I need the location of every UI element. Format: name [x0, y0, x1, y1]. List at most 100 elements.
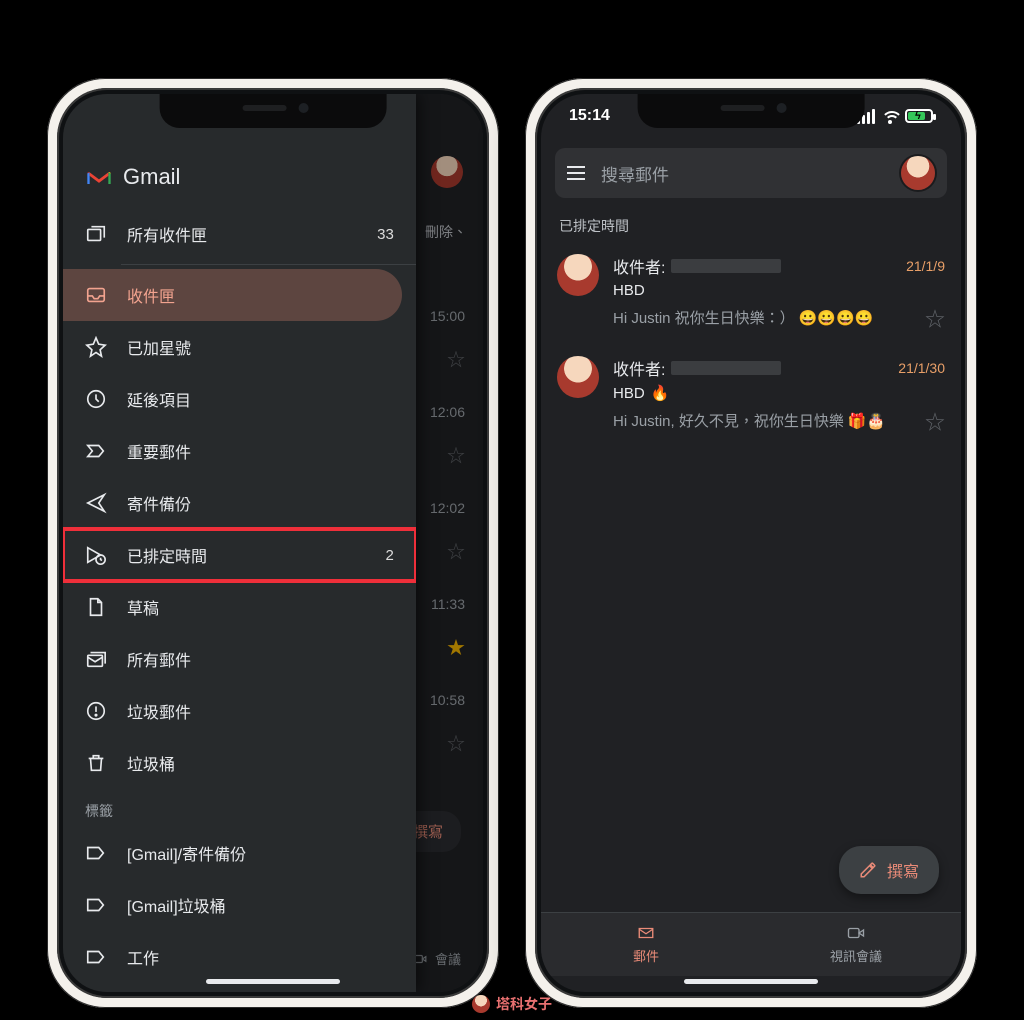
drawer-item-all-mail[interactable]: 所有郵件 [63, 633, 416, 685]
pencil-icon [859, 861, 877, 879]
right-phone-frame: 15:14 ϟ 搜尋郵件 已排定時間 [525, 78, 977, 1008]
fire-emoji-icon: 🔥 [651, 384, 670, 402]
drawer-item-drafts[interactable]: 草稿 [63, 581, 416, 633]
mail-icon [635, 924, 657, 942]
send-icon [85, 492, 107, 514]
important-icon [85, 440, 107, 462]
tab-label: 郵件 [633, 946, 659, 965]
drawer-item-spam[interactable]: 垃圾郵件 [63, 685, 416, 737]
account-avatar[interactable] [901, 156, 935, 190]
right-screen: 15:14 ϟ 搜尋郵件 已排定時間 [541, 94, 961, 992]
drawer-item-sent[interactable]: 寄件備份 [63, 477, 416, 529]
drawer-label: 收件匣 [127, 283, 175, 307]
home-indicator[interactable] [684, 979, 818, 984]
divider [121, 264, 416, 265]
drawer-item-scheduled[interactable]: 已排定時間 2 [63, 529, 416, 581]
emoji-row: 😀😀😀😀 [799, 309, 874, 327]
drawer-section-labels: 標籤 [63, 789, 416, 827]
recipient-label: 收件者: [613, 254, 665, 278]
redacted-recipient [671, 259, 781, 273]
mail-snippet: Hi Justin, 好久不見，祝你生日快樂 [613, 410, 844, 431]
drawer-label: [Gmail]/寄件備份 [127, 841, 246, 865]
inbox-icon [85, 284, 107, 306]
drawer-item-important[interactable]: 重要郵件 [63, 425, 416, 477]
mail-snippet: Hi Justin 祝你生日快樂：） [613, 307, 795, 328]
account-avatar[interactable] [431, 156, 463, 188]
status-time: 15:14 [569, 107, 610, 125]
gmail-logo: Gmail [85, 164, 180, 190]
scheduled-mail-item[interactable]: 收件者: 21/1/30 HBD 🔥 Hi Justin, 好久不見，祝你生日快… [541, 344, 961, 447]
mail-stack-icon [85, 648, 107, 670]
wifi-icon [881, 109, 899, 123]
gmail-wordmark: Gmail [123, 164, 180, 190]
drawer-label: [Gmail]垃圾桶 [127, 893, 226, 917]
bg-tab-meet[interactable]: 會議 [411, 949, 461, 968]
drawer-count: 33 [377, 226, 394, 243]
tab-label: 視訊會議 [830, 946, 882, 965]
star-icon [85, 336, 107, 358]
label-icon [85, 946, 107, 968]
drawer-label: 所有收件匣 [127, 222, 207, 246]
stacked-inbox-icon [85, 223, 107, 245]
drawer-header: Gmail [63, 150, 416, 208]
drawer-label: 已排定時間 [127, 543, 207, 567]
emoji-row: 🎁🎂 [848, 412, 885, 430]
battery-icon: ϟ [905, 109, 933, 123]
drawer-label-item[interactable]: [Gmail]垃圾桶 [63, 879, 416, 931]
drawer-count: 2 [385, 547, 393, 564]
drawer-item-inbox[interactable]: 收件匣 [63, 269, 402, 321]
video-icon [845, 924, 867, 942]
drawer-label-item[interactable]: 工作 [63, 931, 416, 983]
scheduled-send-icon [85, 544, 107, 566]
watermark-avatar-icon [472, 995, 490, 1013]
drawer-label: 垃圾桶 [127, 751, 175, 775]
drawer-item-all-inboxes[interactable]: 所有收件匣 33 [63, 208, 416, 260]
home-indicator[interactable] [206, 979, 340, 984]
mail-subject: HBD [613, 385, 645, 402]
compose-fab[interactable]: 撰寫 [839, 846, 939, 894]
scheduled-mail-item[interactable]: 收件者: 21/1/9 HBD Hi Justin 祝你生日快樂：） 😀😀😀😀 … [541, 242, 961, 344]
label-icon [85, 894, 107, 916]
redacted-recipient [671, 361, 781, 375]
mail-subject: HBD [613, 282, 645, 299]
tab-mail[interactable]: 郵件 [541, 913, 751, 976]
drawer-label: 草稿 [127, 595, 159, 619]
section-title: 已排定時間 [541, 208, 961, 242]
label-icon [85, 842, 107, 864]
drawer-label-item[interactable]: 回條 [63, 983, 416, 992]
trash-icon [85, 752, 107, 774]
drawer-label-item[interactable]: [Gmail]/寄件備份 [63, 827, 416, 879]
search-placeholder: 搜尋郵件 [601, 161, 669, 186]
drawer-item-snoozed[interactable]: 延後項目 [63, 373, 416, 425]
left-phone-frame: 、刪除、 本篇的…15:00☆ 欲成…12:06☆ 知 姓…12:02☆ 可以…… [47, 78, 499, 1008]
drawer-label: 所有郵件 [127, 647, 191, 671]
mail-date: 21/1/30 [898, 360, 945, 376]
drawer-label: 垃圾郵件 [127, 699, 191, 723]
notch [160, 94, 387, 128]
search-bar[interactable]: 搜尋郵件 [555, 148, 947, 198]
nav-drawer: Gmail 所有收件匣 33 [63, 94, 416, 992]
drawer-label: 延後項目 [127, 387, 191, 411]
watermark: 塔科女子 [472, 994, 552, 1014]
fab-label: 撰寫 [887, 858, 919, 882]
file-icon [85, 596, 107, 618]
spam-icon [85, 700, 107, 722]
sender-avatar [557, 254, 599, 296]
star-toggle[interactable]: ☆ [925, 406, 945, 435]
drawer-item-starred[interactable]: 已加星號 [63, 321, 416, 373]
star-toggle[interactable]: ☆ [925, 303, 945, 332]
drawer-label: 已加星號 [127, 335, 191, 359]
bottom-nav: 郵件 視訊會議 [541, 912, 961, 976]
gmail-logo-icon [85, 166, 113, 188]
menu-icon[interactable] [567, 166, 585, 180]
drawer-label: 寄件備份 [127, 491, 191, 515]
mail-date: 21/1/9 [906, 258, 945, 274]
drawer-label: 工作 [127, 945, 159, 969]
drawer-label: 重要郵件 [127, 439, 191, 463]
drawer-item-trash[interactable]: 垃圾桶 [63, 737, 416, 789]
watermark-text: 塔科女子 [496, 994, 552, 1014]
tab-meet[interactable]: 視訊會議 [751, 913, 961, 976]
clock-icon [85, 388, 107, 410]
recipient-label: 收件者: [613, 356, 665, 380]
left-screen: 、刪除、 本篇的…15:00☆ 欲成…12:06☆ 知 姓…12:02☆ 可以…… [63, 94, 483, 992]
